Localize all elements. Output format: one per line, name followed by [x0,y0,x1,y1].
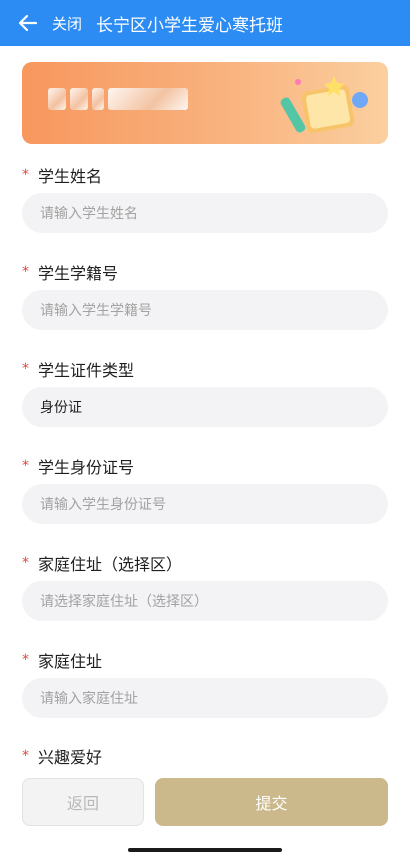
field-label-text: 学生姓名 [38,167,103,186]
placeholder-text: 请输入学生姓名 [40,206,138,222]
field-label-text: 学生身份证号 [38,458,135,477]
field-label-text: 学生证件类型 [38,361,135,380]
top-bar: 关闭 长宁区小学生爱心寒托班 [0,0,410,46]
field-label-student-name: * 学生姓名 [22,163,102,187]
field-label-address: * 家庭住址 [22,648,102,672]
required-mark: * [22,748,29,764]
placeholder-text: 请选择家庭住址（选择区） [40,594,208,610]
address-input[interactable]: 请输入家庭住址 [22,678,388,718]
field-label-text: 学生学籍号 [38,264,119,283]
id-type-select[interactable]: 身份证 [22,387,388,427]
field-label-text: 兴趣爱好 [38,748,103,767]
required-mark: * [22,361,29,377]
field-label-id-number: * 学生身份证号 [22,454,134,478]
field-label-district: * 家庭住址（选择区） [22,551,182,575]
student-id-input[interactable]: 请输入学生学籍号 [22,290,388,330]
stationery-illustration-icon [280,76,368,133]
field-label-text: 家庭住址 [38,652,103,671]
home-indicator [128,848,282,852]
student-name-input[interactable]: 请输入学生姓名 [22,193,388,233]
field-label-text: 家庭住址（选择区） [38,555,183,574]
placeholder-text: 请输入学生学籍号 [40,303,152,319]
placeholder-text: 请输入学生身份证号 [40,497,166,513]
footer-bar: 返回 提交 [0,768,410,860]
required-mark: * [22,458,29,474]
required-mark: * [22,167,29,183]
banner-text-blur [70,88,88,110]
required-mark: * [22,264,29,280]
district-select[interactable]: 请选择家庭住址（选择区） [22,581,388,621]
required-mark: * [22,652,29,668]
submit-button[interactable]: 提交 [155,778,388,826]
placeholder-text: 请输入家庭住址 [40,691,138,707]
banner-text-blur [108,88,188,110]
close-button[interactable]: 关闭 [52,13,82,34]
id-number-input[interactable]: 请输入学生身份证号 [22,484,388,524]
back-arrow-icon[interactable] [18,13,38,33]
field-label-id-type: * 学生证件类型 [22,357,134,381]
field-label-hobbies: * 兴趣爱好 [22,744,102,768]
required-mark: * [22,555,29,571]
banner-text-blur [48,88,66,110]
banner-text-blur [92,88,104,110]
selected-value: 身份证 [40,400,82,416]
back-button[interactable]: 返回 [22,778,144,826]
page-title: 长宁区小学生爱心寒托班 [96,15,284,36]
field-label-student-id: * 学生学籍号 [22,260,118,284]
